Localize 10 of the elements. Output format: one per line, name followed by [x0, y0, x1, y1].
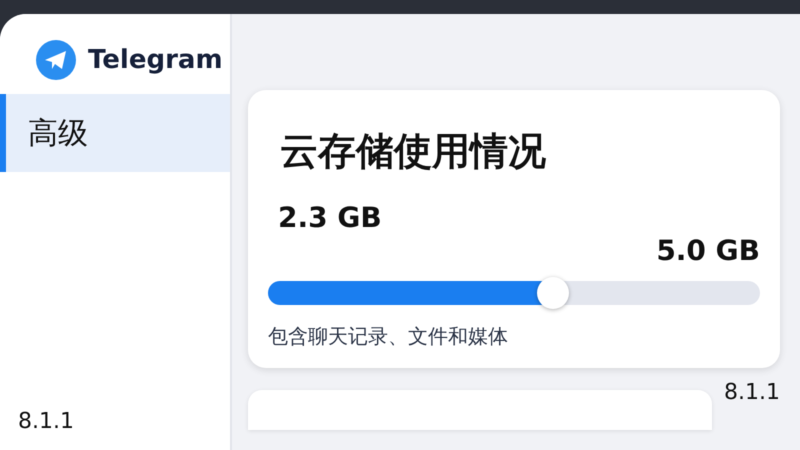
- slider-thumb[interactable]: [537, 277, 570, 309]
- version-label: 8.1.1: [17, 409, 75, 436]
- paper-plane-logo-icon: [36, 40, 76, 80]
- card-title: 云存储使用情况: [280, 128, 547, 175]
- used-amount: 2.3 GB: [278, 201, 382, 234]
- total-amount: 5.0 GB: [656, 234, 760, 267]
- storage-description: 包含聊天记录、文件和媒体: [268, 323, 509, 350]
- version-label: 8.1.1: [724, 380, 780, 405]
- sidebar-item[interactable]: 高级: [0, 94, 230, 172]
- app-name: Telegram: [88, 45, 223, 75]
